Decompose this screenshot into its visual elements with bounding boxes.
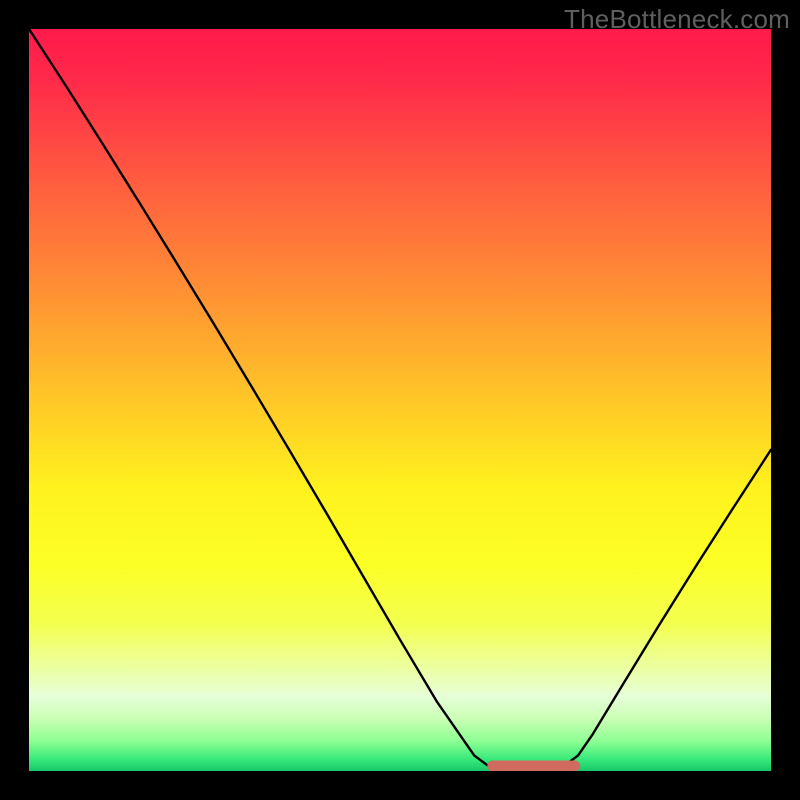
- chart-frame: TheBottleneck.com: [0, 0, 800, 800]
- plot-area: [29, 29, 771, 771]
- plot-svg: [29, 29, 771, 771]
- watermark-text: TheBottleneck.com: [564, 4, 790, 35]
